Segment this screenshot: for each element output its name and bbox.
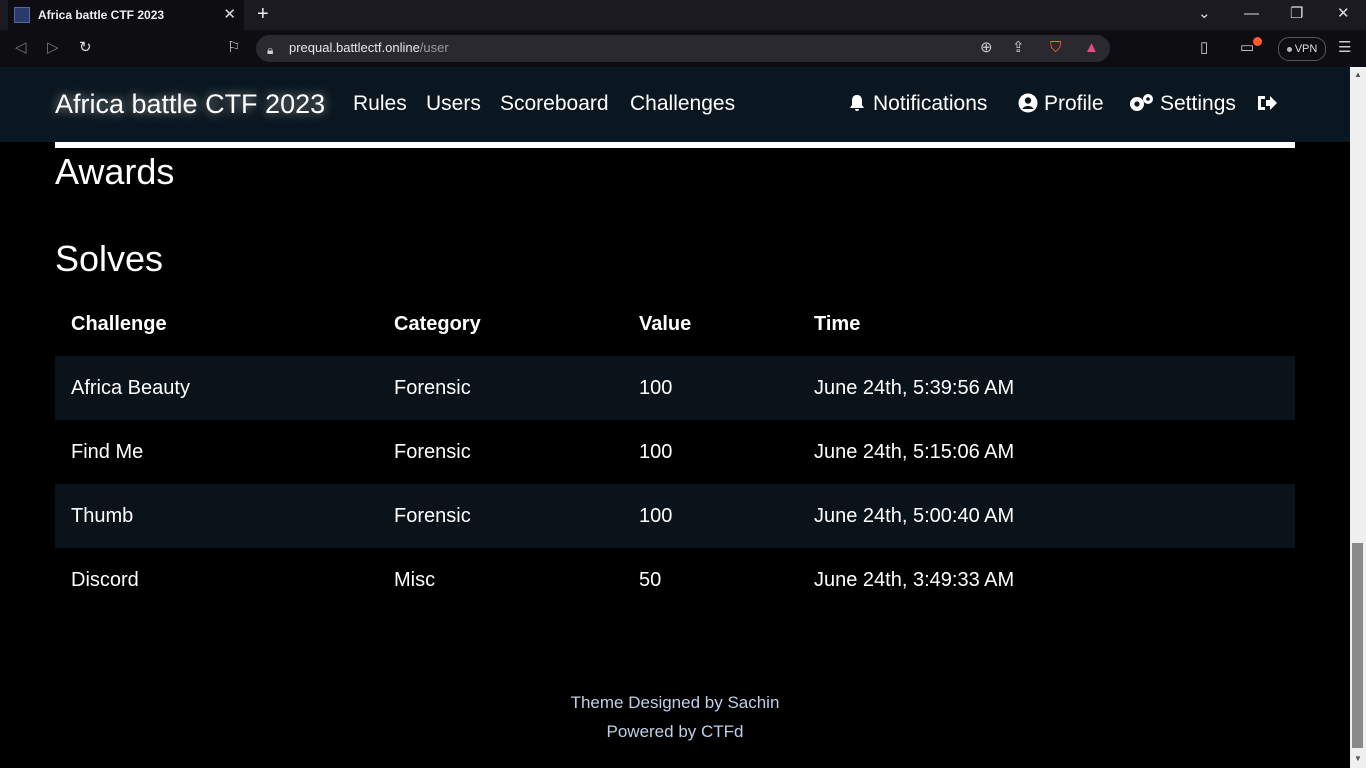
table-row: Find Me Forensic 100 June 24th, 5:15:06 … bbox=[55, 420, 1295, 484]
cell-challenge[interactable]: Discord bbox=[55, 548, 378, 612]
tab-search-chevron-icon[interactable]: ⌄ bbox=[1198, 5, 1211, 23]
reload-icon[interactable]: ↻ bbox=[79, 39, 92, 57]
cell-time: June 24th, 5:15:06 AM bbox=[814, 440, 1015, 463]
cell-challenge[interactable]: Thumb bbox=[55, 484, 378, 548]
user-circle-icon bbox=[1018, 93, 1038, 113]
lock-icon[interactable]: 🔒︎ bbox=[267, 41, 273, 59]
cell-category: Misc bbox=[394, 568, 436, 591]
cell-challenge[interactable]: Africa Beauty bbox=[55, 356, 378, 420]
tab-title: Africa battle CTF 2023 bbox=[38, 8, 165, 22]
nav-users[interactable]: Users bbox=[426, 92, 481, 116]
cell-value: 100 bbox=[623, 484, 798, 548]
cell-value: 100 bbox=[639, 440, 673, 463]
sign-out-icon bbox=[1258, 96, 1277, 110]
cell-category: Forensic bbox=[378, 484, 623, 548]
tab-favicon-icon bbox=[14, 7, 30, 23]
cell-value: 100 bbox=[623, 356, 798, 420]
nav-profile-label: Profile bbox=[1044, 92, 1104, 115]
nav-settings[interactable]: Settings bbox=[1128, 92, 1236, 116]
column-header-time: Time bbox=[814, 312, 861, 335]
solves-heading: Solves bbox=[55, 238, 164, 279]
window-close-icon[interactable]: ✕ bbox=[1337, 5, 1350, 23]
column-header-category: Category bbox=[394, 312, 481, 335]
url-host: prequal.battlectf.online bbox=[289, 40, 420, 55]
cell-time: June 24th, 5:39:56 AM bbox=[798, 356, 1295, 420]
cell-time: June 24th, 3:49:33 AM bbox=[814, 568, 1015, 591]
browser-tab[interactable]: Africa battle CTF 2023 ✕ bbox=[8, 0, 244, 30]
vpn-label: VPN bbox=[1294, 43, 1318, 55]
menu-icon[interactable]: ☰ bbox=[1338, 39, 1351, 57]
brave-shield-icon[interactable]: ⛉ bbox=[1050, 39, 1061, 57]
url-path: /user bbox=[419, 40, 449, 55]
table-row: Thumb Forensic 100 June 24th, 5:00:40 AM bbox=[55, 484, 1295, 548]
cell-time: June 24th, 5:00:40 AM bbox=[798, 484, 1295, 548]
column-header-value: Value bbox=[639, 312, 692, 335]
awards-heading: Awards bbox=[55, 151, 175, 192]
tab-close-icon[interactable]: ✕ bbox=[223, 6, 236, 24]
restore-icon[interactable]: ❐ bbox=[1290, 5, 1303, 23]
solves-table: Challenge Category Value Time Africa Bea… bbox=[55, 292, 1295, 612]
scrollbar-thumb[interactable] bbox=[1352, 543, 1363, 748]
share-icon[interactable]: ⇪ bbox=[1012, 39, 1025, 57]
brave-rewards-icon[interactable]: ▲ bbox=[1084, 39, 1099, 57]
vpn-status-dot bbox=[1286, 46, 1292, 52]
nav-logout[interactable] bbox=[1256, 92, 1284, 116]
table-header-row: Challenge Category Value Time bbox=[55, 292, 1295, 356]
page-footer: Theme Designed by Sachin Powered by CTFd bbox=[0, 688, 1350, 746]
site-brand[interactable]: Africa battle CTF 2023 bbox=[55, 89, 325, 120]
cell-category: Forensic bbox=[394, 440, 471, 463]
scroll-up-arrow-icon[interactable]: ▲ bbox=[1354, 70, 1362, 79]
zoom-icon[interactable]: ⊕ bbox=[980, 39, 993, 57]
cell-challenge[interactable]: Find Me bbox=[55, 420, 378, 484]
sidebar-icon[interactable]: ▯ bbox=[1200, 39, 1208, 57]
nav-notifications-label: Notifications bbox=[873, 92, 988, 115]
footer-theme-credit[interactable]: Theme Designed by Sachin bbox=[0, 688, 1350, 717]
nav-settings-label: Settings bbox=[1160, 92, 1236, 115]
forward-icon[interactable]: ▷ bbox=[47, 39, 59, 57]
section-divider bbox=[55, 142, 1295, 148]
vpn-button[interactable]: VPN bbox=[1278, 37, 1326, 61]
table-row: Africa Beauty Forensic 100 June 24th, 5:… bbox=[55, 356, 1295, 420]
nav-notifications[interactable]: Notifications bbox=[847, 92, 987, 116]
minimize-icon[interactable]: — bbox=[1244, 5, 1259, 23]
browser-tab-bar: Africa battle CTF 2023 ✕ + ⌄ — ❐ ✕ bbox=[0, 0, 1366, 30]
gears-icon bbox=[1130, 94, 1153, 111]
nav-profile[interactable]: Profile bbox=[1018, 92, 1104, 116]
column-header-challenge: Challenge bbox=[71, 312, 167, 335]
cell-category: Forensic bbox=[378, 356, 623, 420]
nav-challenges[interactable]: Challenges bbox=[630, 92, 735, 116]
bell-icon bbox=[850, 95, 864, 111]
new-tab-icon[interactable]: + bbox=[257, 3, 269, 25]
bookmark-icon[interactable]: ⚐ bbox=[227, 39, 240, 57]
scroll-down-arrow-icon[interactable]: ▼ bbox=[1354, 754, 1362, 763]
footer-powered-by[interactable]: Powered by CTFd bbox=[0, 717, 1350, 746]
cell-value: 50 bbox=[639, 568, 662, 591]
table-row: Discord Misc 50 June 24th, 3:49:33 AM bbox=[55, 548, 1295, 612]
wallet-badge bbox=[1253, 37, 1262, 46]
url-text[interactable]: prequal.battlectf.online/user bbox=[289, 40, 449, 55]
nav-scoreboard[interactable]: Scoreboard bbox=[500, 92, 609, 116]
back-icon[interactable]: ◁ bbox=[15, 39, 27, 57]
nav-rules[interactable]: Rules bbox=[353, 92, 407, 116]
